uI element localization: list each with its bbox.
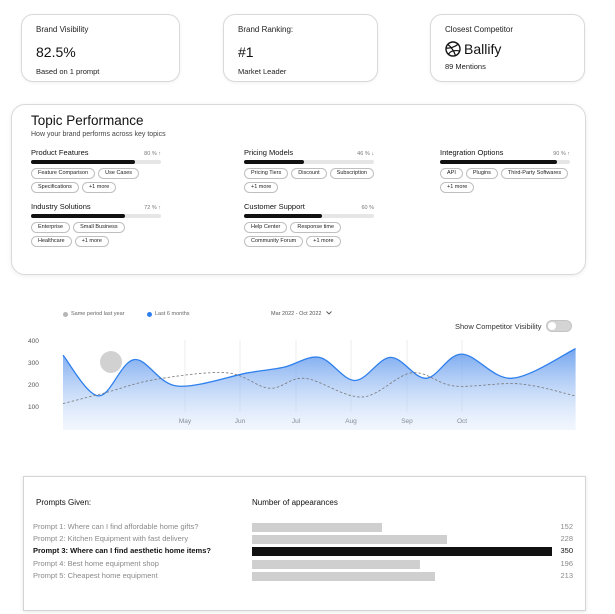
panel-subtitle: How your brand performs across key topic… [31, 131, 166, 138]
y-tick-label: 200 [28, 382, 39, 389]
prompt-row[interactable]: Prompt 5: Cheapest home equipment 213 [33, 571, 573, 583]
chevron-down-icon [326, 311, 333, 317]
topic-performance-panel: Topic Performance How your brand perform… [11, 104, 586, 275]
topic-chip[interactable]: Enterprise [31, 222, 71, 233]
topic-progress-bar [31, 214, 161, 218]
topic-chip[interactable]: Discount [291, 168, 327, 179]
appearance-bar [252, 535, 448, 544]
card-label: Brand Visibility [36, 25, 89, 34]
topic-progress-bar [31, 160, 161, 164]
topic-chip[interactable]: Specifications [31, 182, 79, 193]
hover-marker [100, 351, 122, 373]
prompts-panel: Prompts Given: Number of appearances Pro… [23, 476, 586, 611]
topic-chip[interactable]: Pricing Tiers [244, 168, 289, 179]
appearances-header: Number of appearances [252, 498, 338, 507]
topic-product-features[interactable]: Product Features 80 % ↑ Feature Compariso… [31, 148, 161, 193]
card-value: #1 [238, 44, 254, 60]
topic-chip[interactable]: Third-Party Softwares [500, 168, 569, 179]
closest-competitor-card: Closest Competitor Ballify 89 Mentions [430, 14, 585, 82]
legend-same-period[interactable]: Same period last year [63, 311, 125, 317]
prompt-row-selected[interactable]: Prompt 3: Where can I find aesthetic hom… [33, 546, 573, 558]
prompts-header: Prompts Given: [36, 498, 92, 507]
topic-chip[interactable]: Small Business [73, 222, 125, 233]
legend-last-6-months[interactable]: Last 6 months [147, 311, 190, 317]
topic-integration-options[interactable]: Integration Options 90 % ↑ API Plugins Th… [440, 148, 570, 193]
card-value: Ballify [445, 41, 570, 57]
area-fill [63, 348, 576, 430]
topic-chip[interactable]: Subscription [329, 168, 374, 179]
more-chip[interactable]: +1 more [244, 182, 279, 193]
toggle-label: Show Competitor Visibility [455, 321, 542, 331]
x-tick-label: Oct [456, 418, 468, 425]
card-sub: Market Leader [238, 67, 287, 76]
competitor-visibility-toggle-group: Show Competitor Visibility [455, 320, 572, 332]
card-label: Brand Ranking: [238, 25, 294, 34]
topic-progress-bar [244, 160, 374, 164]
prompt-row[interactable]: Prompt 4: Best home equipment shop 196 [33, 559, 573, 571]
topic-progress-bar [440, 160, 570, 164]
x-tick-label: Sep [401, 418, 413, 425]
more-chip[interactable]: +1 more [74, 236, 109, 247]
series-line-same-period [62, 372, 576, 404]
topic-chip[interactable]: Use Cases [98, 168, 140, 179]
prompt-row[interactable]: Prompt 1: Where can I find affordable ho… [33, 522, 573, 534]
brand-ranking-card: Brand Ranking: #1 Market Leader [223, 14, 378, 82]
appearance-bar [252, 560, 420, 569]
legend-swatch [147, 311, 152, 317]
panel-title: Topic Performance [31, 113, 144, 128]
card-sub: 89 Mentions [445, 62, 486, 71]
topic-chip[interactable]: Response time [290, 222, 342, 233]
topic-chip[interactable]: API [440, 168, 463, 179]
appearance-bar [252, 572, 435, 581]
card-sub: Based on 1 prompt [36, 67, 100, 76]
topic-chip[interactable]: Plugins [465, 168, 498, 179]
topic-chip[interactable]: Community Forum [244, 236, 304, 247]
topic-customer-support[interactable]: Customer Support 60 % Help Center Respons… [244, 202, 374, 247]
x-tick-label: Aug [345, 418, 357, 425]
brand-visibility-card: Brand Visibility 82.5% Based on 1 prompt [21, 14, 180, 82]
legend-swatch [63, 311, 68, 317]
card-label: Closest Competitor [445, 25, 514, 34]
topic-pricing-models[interactable]: Pricing Models 46 % ↓ Pricing Tiers Disco… [244, 148, 374, 193]
more-chip[interactable]: +1 more [81, 182, 117, 193]
x-tick-label: Jul [291, 418, 301, 425]
competitor-visibility-toggle[interactable] [545, 320, 572, 332]
topic-chip[interactable]: Feature Comparison [31, 168, 96, 179]
x-tick-label: May [178, 418, 192, 425]
x-tick-label: Jun [234, 418, 246, 425]
appearance-bar [252, 523, 383, 532]
dribbble-icon [445, 41, 461, 57]
y-tick-label: 100 [28, 404, 39, 411]
topic-chip[interactable]: Healthcare [31, 236, 72, 247]
topic-chip[interactable]: Help Center [244, 222, 288, 233]
y-tick-label: 400 [28, 338, 39, 345]
more-chip[interactable]: +1 more [440, 182, 475, 193]
y-tick-label: 300 [28, 360, 39, 367]
topic-progress-bar [244, 214, 374, 218]
series-line-last-6-months [62, 348, 576, 397]
appearance-bar [252, 547, 552, 556]
more-chip[interactable]: +1 more [306, 236, 341, 247]
prompt-row[interactable]: Prompt 2: Kitchen Equipment with fast de… [33, 534, 573, 546]
card-value: 82.5% [36, 44, 76, 60]
topic-industry-solutions[interactable]: Industry Solutions 72 % ↑ Enterprise Smal… [31, 202, 161, 247]
date-range-select[interactable]: Mar 2022 - Oct 2022 [271, 311, 333, 317]
